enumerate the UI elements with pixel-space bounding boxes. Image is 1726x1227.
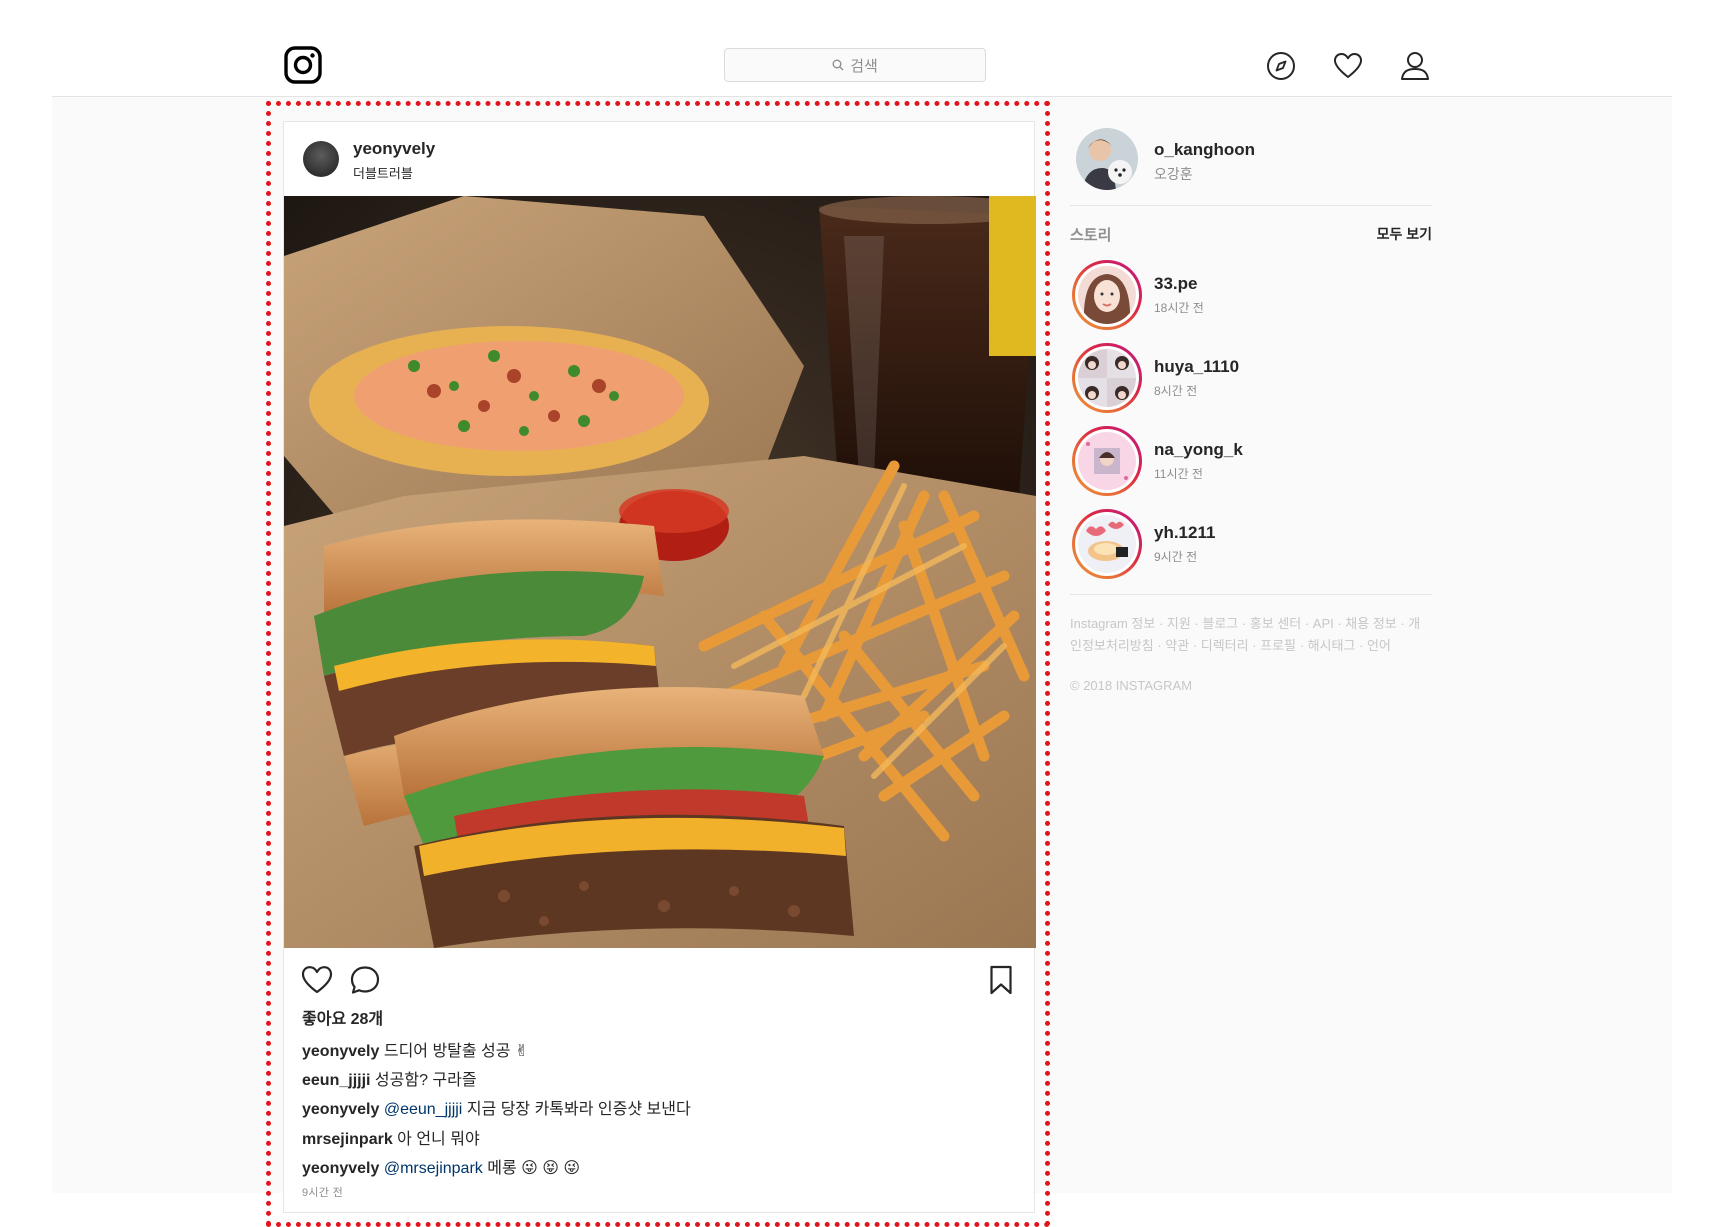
burger-and-fries-photo (284, 196, 1036, 948)
story-item[interactable]: na_yong_k 11시간 전 (1070, 426, 1432, 498)
stories-heading: 스토리 (1070, 227, 1112, 244)
like-heart-icon[interactable] (300, 963, 334, 997)
likes-count[interactable]: 좋아요 28개 (302, 1005, 383, 1029)
comment-row: mrsejinpark 아 언니 뭐야 (302, 1125, 480, 1149)
comment-text: 지금 당장 카톡봐라 인증샷 보낸다 (466, 1101, 691, 1118)
story-item[interactable]: 33.pe 18시간 전 (1070, 260, 1432, 332)
search-placeholder: 검색 (850, 57, 878, 75)
comment-text: 아 언니 뭐야 (397, 1131, 480, 1148)
my-username[interactable]: o_kanghoon (1154, 140, 1255, 160)
comment-text: 드디어 방탈출 성공 ✌ (383, 1043, 529, 1060)
profile-icon[interactable] (1399, 50, 1431, 82)
see-all-stories-button[interactable]: 모두 보기 (1377, 224, 1432, 244)
story-time: 11시간 전 (1154, 467, 1203, 481)
sidebar-divider (1070, 205, 1432, 206)
search-icon (832, 59, 844, 71)
post-location[interactable]: 더블트러블 (353, 163, 413, 182)
story-username[interactable]: 33.pe (1154, 274, 1197, 294)
story-item[interactable]: yh.1211 9시간 전 (1070, 509, 1432, 581)
search-input[interactable]: 검색 (724, 48, 986, 82)
sidebar-divider (1070, 594, 1432, 595)
comment-row: yeonyvely @mrsejinpark 메롱 😜 😝 😜 (302, 1154, 580, 1178)
my-profile-avatar[interactable] (1076, 128, 1138, 190)
story-avatar (1078, 432, 1136, 490)
comment-row: yeonyvely 드디어 방탈출 성공 ✌ (302, 1037, 528, 1061)
compass-icon[interactable] (1265, 50, 1297, 82)
comment-username[interactable]: yeonyvely (302, 1101, 379, 1118)
profile-photo (1076, 128, 1138, 190)
comment-username[interactable]: yeonyvely (302, 1043, 379, 1060)
top-navigation-bar: 검색 (0, 0, 1726, 96)
story-avatar (1078, 515, 1136, 573)
instagram-camera-icon[interactable] (284, 46, 322, 84)
comment-bubble-icon[interactable] (348, 963, 382, 997)
story-ring (1072, 260, 1142, 330)
story-username[interactable]: yh.1211 (1154, 523, 1215, 543)
comment-username[interactable]: eeun_jjjji (302, 1072, 370, 1089)
story-avatar (1078, 349, 1136, 407)
post-timestamp[interactable]: 9시간 전 (302, 1184, 343, 1200)
my-full-name: 오강훈 (1154, 166, 1193, 182)
post-photo[interactable] (284, 196, 1036, 948)
comment-text: 성공함? 구라즐 (374, 1072, 477, 1089)
story-username[interactable]: na_yong_k (1154, 440, 1243, 460)
story-time: 9시간 전 (1154, 550, 1198, 564)
comment-mention[interactable]: @mrsejinpark (384, 1160, 483, 1177)
story-item[interactable]: huya_1110 8시간 전 (1070, 343, 1432, 415)
comment-text: 메롱 😜 😝 😜 (487, 1160, 581, 1177)
post-author-avatar[interactable] (303, 141, 339, 177)
post-author-username[interactable]: yeonyvely (353, 139, 435, 159)
comment-row: yeonyvely @eeun_jjjji 지금 당장 카톡봐라 인증샷 보낸다 (302, 1095, 691, 1119)
feed-post: yeonyvely 더블트러블 좋아요 28개 yeonyvely 드디어 방탈… (283, 121, 1036, 1213)
comment-username[interactable]: mrsejinpark (302, 1131, 393, 1148)
comment-row: eeun_jjjji 성공함? 구라즐 (302, 1066, 477, 1090)
story-username[interactable]: huya_1110 (1154, 357, 1239, 377)
copyright-text: © 2018 INSTAGRAM (1070, 678, 1193, 693)
comment-username[interactable]: yeonyvely (302, 1160, 379, 1177)
story-ring (1072, 343, 1142, 413)
heart-icon[interactable] (1332, 50, 1364, 82)
story-time: 18시간 전 (1154, 301, 1204, 315)
story-ring (1072, 426, 1142, 496)
story-avatar (1078, 266, 1136, 324)
comment-mention[interactable]: @eeun_jjjji (384, 1101, 463, 1118)
story-time: 8시간 전 (1154, 384, 1198, 398)
story-ring (1072, 509, 1142, 579)
footer-links[interactable]: Instagram 정보 · 지원 · 블로그 · 홍보 센터 · API · … (1070, 613, 1430, 657)
bookmark-icon[interactable] (984, 963, 1018, 997)
